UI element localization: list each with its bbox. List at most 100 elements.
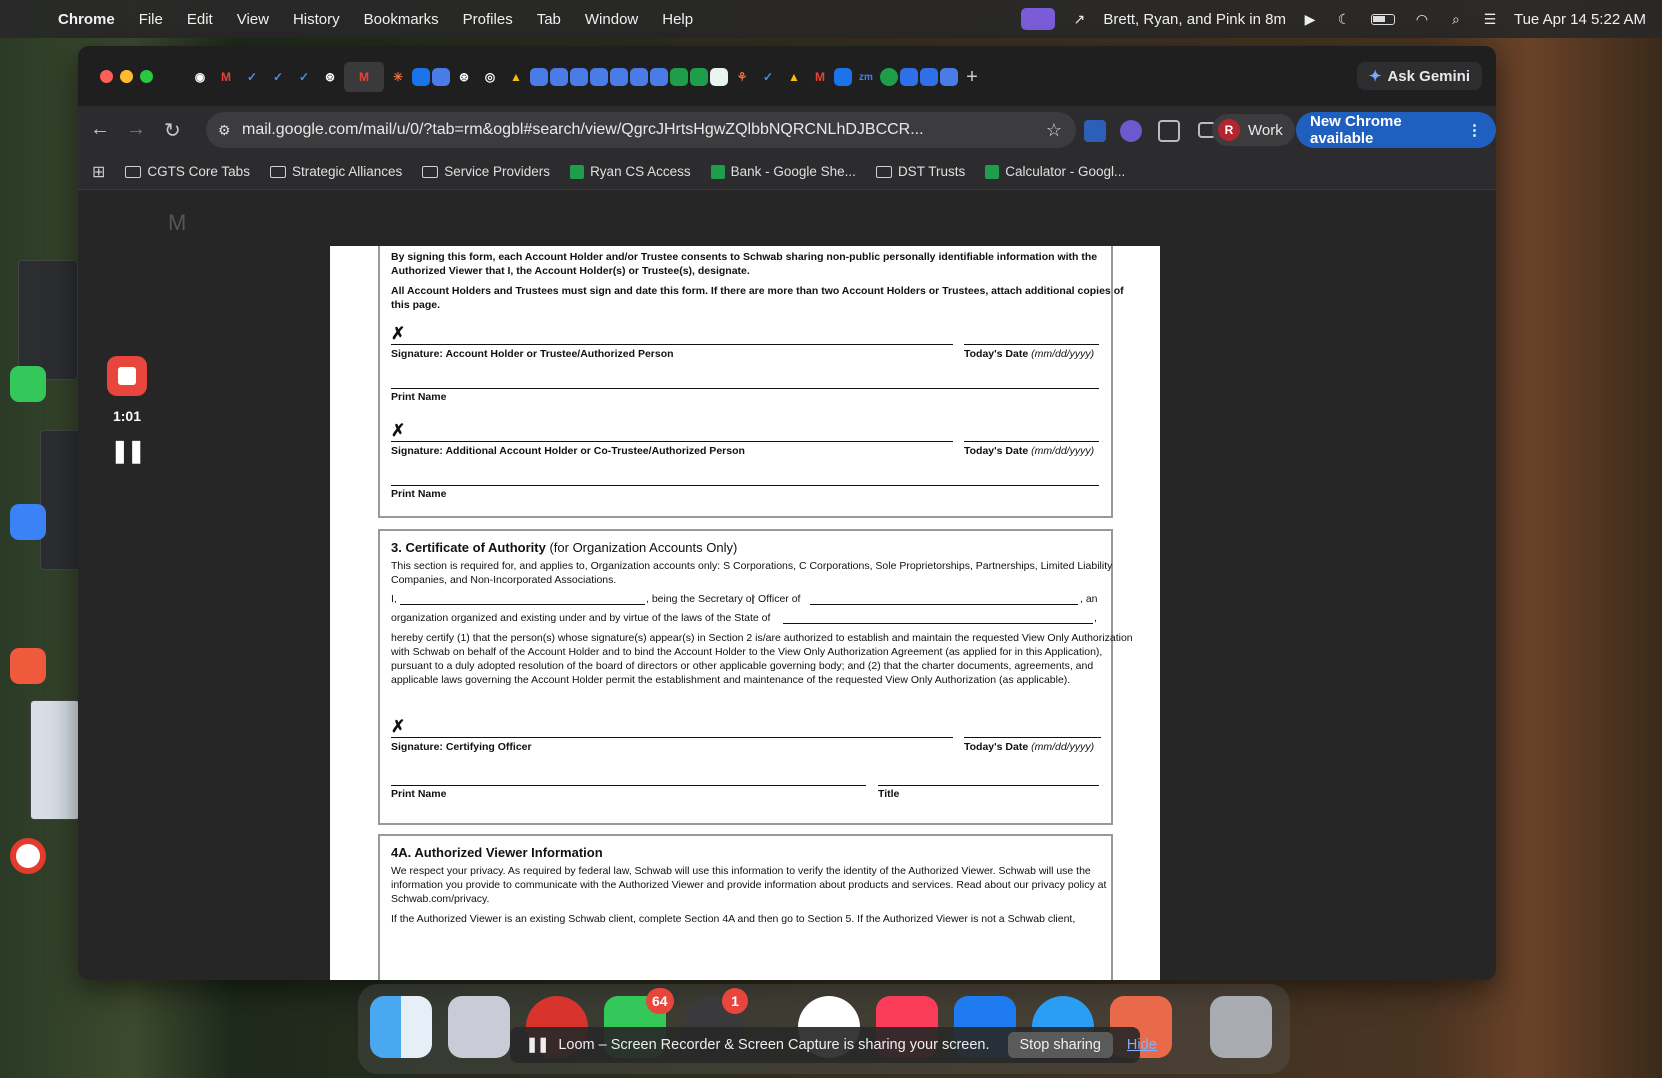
tab-favicon-claude[interactable]: ✳ [386, 65, 410, 89]
tab-favicon-calc[interactable] [710, 68, 728, 86]
tab-favicon-green[interactable] [880, 68, 898, 86]
finder-dock-icon[interactable] [370, 996, 432, 1058]
tab-favicon-zoom[interactable]: zm [854, 65, 878, 89]
tab-favicon-doc[interactable] [570, 68, 588, 86]
profile-work-button[interactable]: R Work [1212, 114, 1295, 146]
menu-file[interactable]: File [139, 11, 163, 28]
tab-favicon-drive[interactable]: ▲ [504, 65, 528, 89]
claude-app-icon[interactable] [10, 648, 46, 684]
back-arrow-icon[interactable]: ← [90, 118, 110, 141]
tab-favicon-settings[interactable] [900, 68, 918, 86]
tab-favicon-gmail-active[interactable]: M [344, 62, 384, 92]
tab-favicon-doc[interactable] [432, 68, 450, 86]
menu-edit[interactable]: Edit [187, 11, 213, 28]
site-settings-icon[interactable]: ⚙ [218, 122, 231, 139]
bookmark-dst-trusts[interactable]: DST Trusts [875, 164, 965, 179]
section-4a-intro: We respect your privacy. As required by … [391, 865, 1107, 905]
tab-favicon-doc[interactable] [530, 68, 548, 86]
bookmark-calculator[interactable]: Calculator - Googl... [985, 164, 1125, 179]
bookmark-strategic-alliances[interactable]: Strategic Alliances [269, 164, 402, 179]
new-chrome-available-button[interactable]: New Chrome available ⋮ [1296, 112, 1496, 148]
kebab-menu-icon[interactable]: ⋮ [1467, 121, 1482, 139]
tab-favicon-doc[interactable] [590, 68, 608, 86]
focus-moon-icon[interactable]: ☾ [1334, 11, 1354, 27]
messages-app-icon[interactable] [10, 366, 46, 402]
date-line [964, 737, 1101, 738]
tab-favicon-record[interactable]: ◉ [188, 65, 212, 89]
minimize-window-button[interactable] [120, 70, 133, 83]
url-text[interactable]: mail.google.com/mail/u/0/?tab=rm&ogbl#se… [242, 121, 942, 139]
trash-dock-icon[interactable] [1210, 996, 1272, 1058]
loom-pause-icon[interactable]: ❚❚ [111, 438, 146, 464]
tab-favicon-openai[interactable]: ⊛ [452, 65, 476, 89]
loom-stop-button[interactable] [107, 356, 147, 396]
macos-menu-bar: Chrome File Edit View History Bookmarks … [0, 0, 1662, 38]
battery-icon[interactable] [1368, 11, 1398, 27]
sharing-pause-icon[interactable]: ❚❚ [526, 1037, 549, 1053]
extension-icon[interactable] [1084, 120, 1106, 142]
bookmark-service-providers[interactable]: Service Providers [422, 164, 550, 179]
signature-x-mark: ✗ [391, 717, 406, 736]
menu-window[interactable]: Window [585, 11, 638, 28]
tab-favicon-drive[interactable]: ▲ [782, 65, 806, 89]
page-content: M By signing this form, each Account Hol… [78, 190, 1496, 980]
tab-favicon-globe[interactable]: ◎ [478, 65, 502, 89]
extensions-puzzle-icon[interactable] [1158, 120, 1180, 142]
ask-gemini-button[interactable]: ✦ Ask Gemini [1356, 62, 1482, 90]
menu-view[interactable]: View [237, 11, 269, 28]
bookmark-bank-google-sheet[interactable]: Bank - Google She... [710, 164, 856, 179]
stop-sharing-button[interactable]: Stop sharing [1007, 1032, 1113, 1058]
tab-favicon-doc[interactable] [610, 68, 628, 86]
menu-bookmarks[interactable]: Bookmarks [364, 11, 439, 28]
control-center-icon[interactable]: ☰ [1480, 11, 1500, 27]
tab-favicon-doc[interactable] [550, 68, 568, 86]
tab-favicon-openai[interactable]: ⊛ [318, 65, 342, 89]
spotlight-search-icon[interactable]: ⌕ [1446, 11, 1466, 27]
cert-an-text: , an [1080, 593, 1098, 605]
meeting-reminder[interactable]: Brett, Ryan, and Pink in 8m [1103, 11, 1286, 28]
apps-grid-icon[interactable]: ⊞ [92, 162, 105, 182]
extension-icon[interactable] [1120, 120, 1142, 142]
tab-favicon-sheet[interactable] [690, 68, 708, 86]
tab-favicon-hubspot[interactable]: ⚘ [730, 65, 754, 89]
bookmark-star-icon[interactable]: ☆ [1046, 120, 1062, 141]
tab-favicon-doc[interactable] [940, 68, 958, 86]
tab-favicon-check[interactable]: ✓ [266, 65, 290, 89]
forward-arrow-icon[interactable]: → [126, 118, 146, 141]
chrome-app-icon[interactable] [10, 838, 46, 874]
finder-app-icon[interactable] [10, 504, 46, 540]
zoom-window-button[interactable] [140, 70, 153, 83]
tab-favicon-g[interactable] [412, 68, 430, 86]
folder-icon [422, 165, 439, 178]
tab-favicon-doc[interactable] [630, 68, 648, 86]
tab-favicon-check[interactable]: ✓ [756, 65, 780, 89]
cert-i-label: I, [391, 593, 397, 605]
pdf-preview-page[interactable]: By signing this form, each Account Holde… [330, 246, 1160, 980]
menu-tab[interactable]: Tab [537, 11, 561, 28]
menu-profiles[interactable]: Profiles [463, 11, 513, 28]
tab-favicon-outlook[interactable] [834, 68, 852, 86]
wifi-icon[interactable]: ◠ [1412, 11, 1432, 27]
menu-history[interactable]: History [293, 11, 340, 28]
tab-favicon-settings[interactable] [920, 68, 938, 86]
bookmark-cgts-core-tabs[interactable]: CGTS Core Tabs [125, 164, 250, 179]
background-window [18, 260, 78, 380]
launchpad-dock-icon[interactable] [448, 996, 510, 1058]
hide-sharing-bar-link[interactable]: Hide [1127, 1037, 1157, 1053]
bookmark-ryan-cs-access[interactable]: Ryan CS Access [570, 164, 691, 179]
tab-favicon-gmail[interactable]: M [214, 65, 238, 89]
new-tab-plus-icon[interactable]: + [960, 65, 984, 89]
play-icon[interactable]: ▶ [1300, 11, 1320, 27]
tab-favicon-check[interactable]: ✓ [292, 65, 316, 89]
tab-favicon-sheet[interactable] [670, 68, 688, 86]
reload-icon[interactable]: ↻ [164, 118, 181, 143]
tab-favicon-gmail[interactable]: M [808, 65, 832, 89]
menu-app-chrome[interactable]: Chrome [58, 11, 115, 28]
tab-favicon-check[interactable]: ✓ [240, 65, 264, 89]
address-bar[interactable]: ⚙ mail.google.com/mail/u/0/?tab=rm&ogbl#… [206, 112, 1076, 148]
tab-favicon-doc[interactable] [650, 68, 668, 86]
menu-clock[interactable]: Tue Apr 14 5:22 AM [1514, 11, 1646, 28]
screen-share-icon[interactable] [1021, 8, 1056, 30]
close-window-button[interactable] [100, 70, 113, 83]
menu-help[interactable]: Help [662, 11, 693, 28]
